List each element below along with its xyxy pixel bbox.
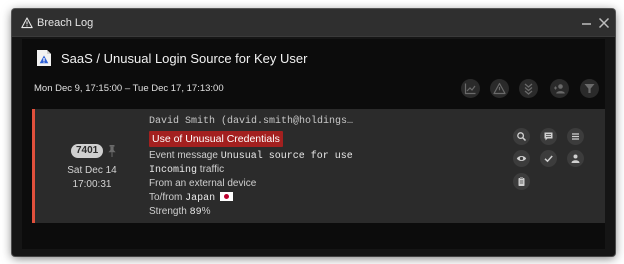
menu-icon [572,133,579,140]
check-icon [544,155,553,163]
breach-title: SaaS / Unusual Login Source for Key User [61,51,308,66]
filter-icon [584,84,595,93]
breach-panel: SaaS / Unusual Login Source for Key User… [22,39,605,249]
comment-button[interactable] [540,128,557,145]
location-prefix: To/from [149,192,183,203]
event-message-value: Unusual source for use [220,151,353,162]
location-line: To/from Japan [149,191,233,205]
user-icon [571,154,580,163]
strength-value: 89 [189,207,202,218]
comment-icon [544,132,553,141]
alert-document-icon [37,50,51,66]
view-button[interactable] [513,150,530,167]
check-button[interactable] [540,150,557,167]
incoming-line: Incoming traffic [149,163,224,177]
window-title: Breach Log [37,17,94,29]
user-group-button[interactable] [550,79,569,98]
alert-type-label: Use of Unusual Credentials [149,131,283,147]
title-bar[interactable]: Breach Log [12,9,615,37]
strength-unit: % [201,206,211,217]
incoming-value: Incoming [149,165,198,176]
clipboard-button[interactable] [513,173,530,190]
minimize-icon[interactable] [579,15,595,31]
warning-button[interactable] [490,79,509,98]
user-button[interactable] [567,150,584,167]
menu-button[interactable] [567,128,584,145]
event-message-prefix: Event message [149,150,218,161]
warning-icon [493,82,506,95]
entry-date: Sat Dec 14 [67,165,117,176]
count-badge: 7401 [71,144,104,158]
close-icon[interactable] [596,15,612,31]
search-icon [517,132,527,142]
view-icon [516,156,527,161]
user-name: David Smith (david.smith@holdings… [149,116,354,127]
user-group-icon [554,84,565,94]
location-value: Japan [185,193,216,204]
filter-button[interactable] [580,79,599,98]
breach-log-window: Breach Log SaaS / Unusual Login Source f… [12,9,615,256]
entry-time: 17:00:31 [72,179,112,190]
event-message-line: Event message Unusual source for use [149,149,353,163]
pin-icon[interactable] [106,144,118,158]
japan-flag-icon [219,191,233,201]
warning-triangle-icon [21,17,33,29]
chart-button[interactable] [461,79,480,98]
clipboard-icon [518,177,525,186]
collapse-button[interactable] [519,79,538,98]
origin-line: From an external device [149,178,257,189]
breach-entry[interactable]: 7401 Sat Dec 14 17:00:31 David Smith (da… [32,109,605,223]
search-button[interactable] [513,128,530,145]
chart-icon [464,83,476,95]
date-range: Mon Dec 9, 17:15:00 – Tue Dec 17, 17:13:… [34,83,224,94]
collapse-icon [524,83,533,95]
strength-line: Strength 89% [149,205,211,219]
strength-prefix: Strength [149,206,187,217]
incoming-suffix: traffic [199,164,225,175]
